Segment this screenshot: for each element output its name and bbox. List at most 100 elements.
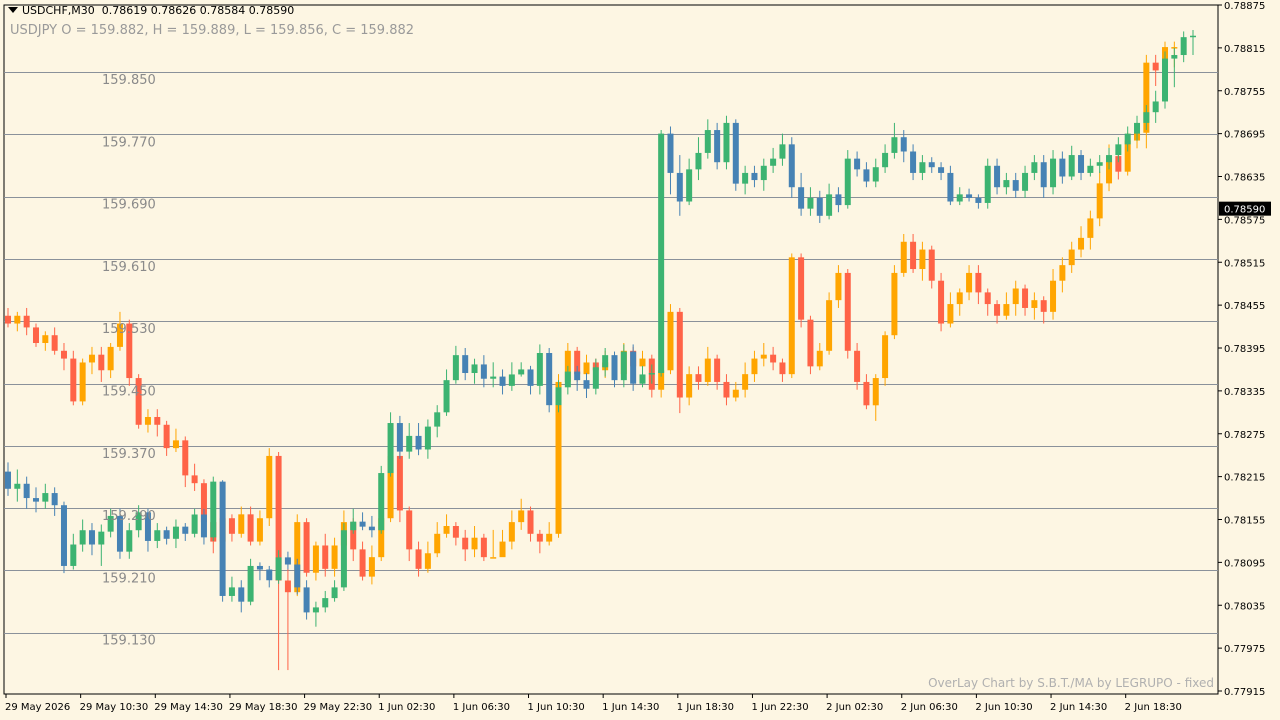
base-candle[interactable] — [704, 119, 711, 159]
base-candle[interactable] — [322, 590, 329, 613]
base-candle[interactable] — [415, 423, 422, 456]
base-candle[interactable] — [956, 187, 963, 206]
overlay-candle[interactable] — [527, 506, 534, 542]
base-candle[interactable] — [228, 576, 235, 602]
base-candle[interactable] — [303, 580, 310, 620]
base-candle[interactable] — [975, 194, 982, 209]
overlay-candle[interactable] — [471, 526, 478, 558]
overlay-candle[interactable] — [490, 529, 497, 559]
base-candle[interactable] — [826, 183, 833, 220]
base-candle[interactable] — [751, 165, 758, 188]
base-candle[interactable] — [60, 501, 67, 574]
base-candle[interactable] — [284, 551, 291, 570]
overlay-candle[interactable] — [667, 304, 674, 375]
overlay-candle[interactable] — [256, 510, 263, 546]
base-candle[interactable] — [1171, 47, 1178, 88]
base-candle[interactable] — [994, 158, 1001, 195]
base-candle[interactable] — [928, 157, 935, 173]
base-candle[interactable] — [1190, 30, 1196, 56]
overlay-candle[interactable] — [70, 350, 77, 406]
base-candle[interactable] — [527, 365, 534, 395]
base-candle[interactable] — [1040, 155, 1047, 198]
overlay-candle[interactable] — [182, 436, 189, 488]
overlay-candle[interactable] — [135, 374, 142, 429]
overlay-candle[interactable] — [891, 265, 898, 340]
overlay-candle[interactable] — [704, 346, 711, 386]
overlay-candle[interactable] — [798, 253, 805, 328]
base-candle[interactable] — [1003, 172, 1010, 195]
overlay-candle[interactable] — [51, 327, 58, 355]
base-candle[interactable] — [1068, 145, 1075, 181]
base-candle[interactable] — [676, 155, 683, 216]
base-candle[interactable] — [947, 165, 954, 206]
base-candle[interactable] — [686, 158, 693, 206]
base-candle[interactable] — [247, 558, 254, 606]
overlay-candle[interactable] — [1059, 257, 1066, 293]
base-candle[interactable] — [1078, 150, 1085, 181]
overlay-candle[interactable] — [1087, 210, 1094, 250]
overlay-candle[interactable] — [1003, 292, 1010, 320]
base-candle[interactable] — [816, 190, 823, 223]
overlay-candle[interactable] — [966, 265, 973, 301]
overlay-candle[interactable] — [910, 233, 917, 273]
overlay-candle[interactable] — [396, 452, 403, 523]
overlay-candle[interactable] — [536, 529, 543, 554]
base-candle[interactable] — [266, 565, 273, 588]
base-candle[interactable] — [350, 508, 357, 534]
base-candle[interactable] — [882, 144, 889, 173]
overlay-candle[interactable] — [844, 269, 851, 359]
overlay-candle[interactable] — [452, 522, 459, 546]
base-candle[interactable] — [984, 158, 991, 209]
base-candle[interactable] — [5, 462, 11, 496]
overlay-candle[interactable] — [247, 506, 254, 546]
overlay-candle[interactable] — [368, 545, 375, 585]
overlay-candle[interactable] — [107, 343, 114, 379]
base-candle[interactable] — [434, 405, 441, 438]
base-candle[interactable] — [490, 362, 497, 388]
overlay-candle[interactable] — [79, 358, 86, 406]
overlay-candle[interactable] — [172, 428, 179, 453]
overlay-candle[interactable] — [779, 358, 786, 382]
overlay-candle[interactable] — [938, 272, 945, 332]
overlay-candle[interactable] — [303, 518, 310, 577]
base-candle[interactable] — [163, 526, 170, 545]
base-candle[interactable] — [779, 133, 786, 166]
overlay-candle[interactable] — [1068, 241, 1075, 273]
overlay-candle[interactable] — [882, 331, 889, 386]
base-candle[interactable] — [182, 523, 189, 541]
base-candle[interactable] — [98, 524, 105, 566]
base-candle[interactable] — [770, 147, 777, 173]
base-candle[interactable] — [331, 580, 338, 602]
base-candle[interactable] — [42, 483, 49, 509]
base-candle[interactable] — [219, 480, 226, 602]
overlay-candle[interactable] — [900, 233, 907, 277]
base-candle[interactable] — [508, 362, 515, 391]
overlay-candle[interactable] — [191, 463, 198, 491]
base-candle[interactable] — [88, 523, 95, 556]
overlay-candle[interactable] — [863, 374, 870, 410]
base-candle[interactable] — [443, 369, 450, 416]
overlay-candle[interactable] — [480, 533, 487, 562]
base-candle[interactable] — [723, 115, 730, 170]
symbol-menu-icon[interactable] — [8, 7, 18, 13]
base-candle[interactable] — [1012, 172, 1019, 198]
overlay-candle[interactable] — [1022, 284, 1029, 316]
overlay-candle[interactable] — [312, 541, 319, 581]
overlay-candle[interactable] — [676, 307, 683, 414]
base-candle[interactable] — [872, 158, 879, 188]
base-candle[interactable] — [602, 348, 609, 377]
overlay-candle[interactable] — [499, 529, 506, 558]
base-candle[interactable] — [546, 348, 553, 413]
overlay-candle[interactable] — [751, 350, 758, 382]
base-candle[interactable] — [14, 469, 21, 502]
overlay-candle[interactable] — [1050, 269, 1057, 320]
overlay-candle[interactable] — [695, 366, 702, 390]
base-candle[interactable] — [480, 355, 487, 388]
overlay-candle[interactable] — [23, 307, 30, 336]
base-candle[interactable] — [1087, 158, 1094, 177]
base-candle[interactable] — [191, 508, 198, 538]
overlay-candle[interactable] — [60, 343, 67, 371]
base-candle[interactable] — [798, 172, 805, 216]
overlay-candle[interactable] — [770, 346, 777, 371]
base-candle[interactable] — [835, 187, 842, 213]
